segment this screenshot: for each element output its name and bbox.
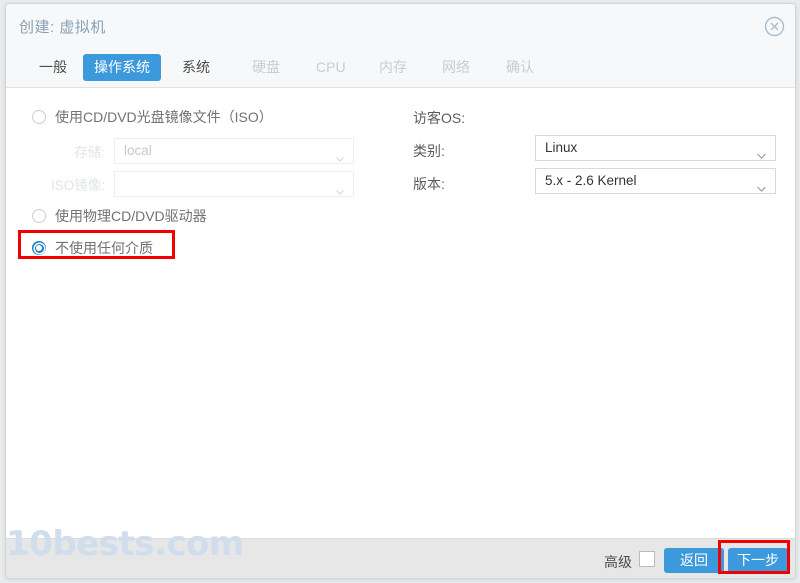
- site-watermark: 10bests.com: [6, 524, 244, 564]
- guest-os-heading: 访客OS:: [413, 108, 465, 128]
- tab-os[interactable]: 操作系统: [83, 54, 161, 81]
- radio-row-use-iso[interactable]: 使用CD/DVD光盘镜像文件（ISO）: [32, 107, 273, 127]
- field-storage: 存储: local: [14, 138, 354, 164]
- iso-image-select[interactable]: [114, 171, 354, 197]
- version-select-value: 5.x - 2.6 Kernel: [545, 173, 637, 188]
- field-iso-image: ISO镜像:: [14, 171, 354, 197]
- storage-select-value: local: [124, 143, 152, 158]
- dialog-title: 创建: 虚拟机: [19, 16, 106, 37]
- tab-general[interactable]: 一般: [28, 54, 78, 81]
- dialog-titlebar: 创建: 虚拟机: [6, 4, 796, 48]
- radio-use-iso-label: 使用CD/DVD光盘镜像文件（ISO）: [55, 107, 273, 127]
- tab-cpu[interactable]: CPU: [305, 54, 357, 81]
- radio-physical-drive-label: 使用物理CD/DVD驱动器: [55, 206, 207, 226]
- field-iso-image-label: ISO镜像:: [14, 174, 114, 194]
- storage-select[interactable]: local: [114, 138, 354, 164]
- chevron-down-icon: [336, 181, 344, 189]
- radio-row-no-media[interactable]: 不使用任何介质: [32, 238, 153, 258]
- radio-row-physical-drive[interactable]: 使用物理CD/DVD驱动器: [32, 206, 207, 226]
- field-category-label: 类别:: [413, 141, 445, 161]
- category-select[interactable]: Linux: [535, 135, 776, 161]
- next-button[interactable]: 下一步: [728, 548, 788, 573]
- field-storage-label: 存储:: [14, 141, 114, 161]
- field-version-label: 版本:: [413, 174, 445, 194]
- screen: 10bests.com 创建: 虚拟机 一般 操作系统 系统 硬盘 CPU 内存…: [0, 0, 800, 583]
- tab-system[interactable]: 系统: [171, 54, 221, 81]
- advanced-label: 高级: [604, 552, 632, 572]
- advanced-checkbox[interactable]: [639, 551, 655, 567]
- version-select[interactable]: 5.x - 2.6 Kernel: [535, 168, 776, 194]
- dialog-body: 使用CD/DVD光盘镜像文件（ISO） 存储: local ISO镜像:: [6, 89, 796, 538]
- radio-no-media[interactable]: [32, 241, 46, 255]
- radio-no-media-label: 不使用任何介质: [55, 238, 153, 258]
- back-button[interactable]: 返回: [664, 548, 724, 573]
- wizard-tabs: 一般 操作系统 系统 硬盘 CPU 内存 网络 确认: [6, 48, 796, 88]
- chevron-down-icon: [757, 145, 766, 154]
- tab-network[interactable]: 网络: [431, 54, 481, 81]
- close-circle-icon[interactable]: [764, 16, 785, 37]
- tab-confirm[interactable]: 确认: [495, 54, 545, 81]
- radio-physical-drive[interactable]: [32, 209, 46, 223]
- create-vm-dialog: 创建: 虚拟机 一般 操作系统 系统 硬盘 CPU 内存 网络 确认: [5, 3, 796, 579]
- tab-memory[interactable]: 内存: [368, 54, 418, 81]
- chevron-down-icon: [757, 178, 766, 187]
- tab-disk[interactable]: 硬盘: [241, 54, 291, 81]
- category-select-value: Linux: [545, 140, 577, 155]
- radio-use-iso[interactable]: [32, 110, 46, 124]
- chevron-down-icon: [336, 148, 344, 156]
